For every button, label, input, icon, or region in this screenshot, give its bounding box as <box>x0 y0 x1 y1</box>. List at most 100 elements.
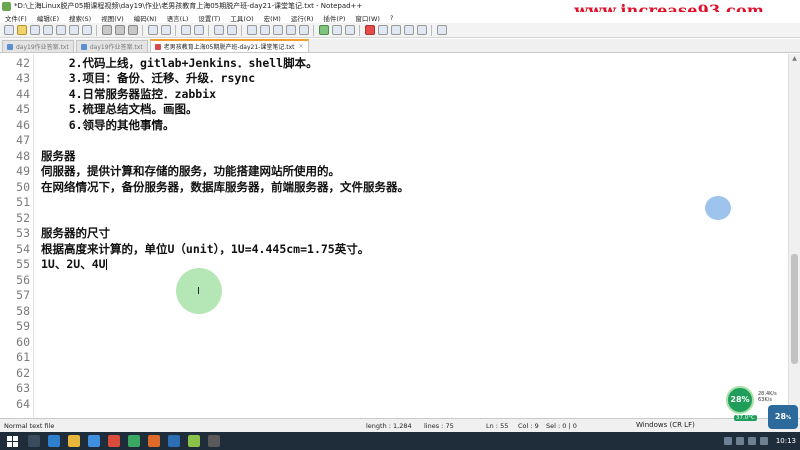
show-all-chars-icon[interactable] <box>285 25 296 35</box>
scroll-up-arrow-icon[interactable]: ▲ <box>791 55 798 62</box>
menu-file[interactable]: 文件(F) <box>0 13 32 23</box>
tab-day21-notes[interactable]: 老男孩教育上海05期脱产班-day21-课堂笔记.txt ✕ <box>149 39 309 52</box>
menu-edit[interactable]: 编辑(E) <box>32 13 64 23</box>
undo-icon[interactable] <box>147 25 158 35</box>
copy-icon[interactable] <box>114 25 125 35</box>
line-text[interactable]: 根据高度来计算的，单位U（unit），1U=4.445cm=1.75英寸。 <box>41 241 369 257</box>
app-icon[interactable] <box>208 435 220 447</box>
file-explorer-icon[interactable] <box>68 435 80 447</box>
close-all-icon[interactable] <box>68 25 79 35</box>
vertical-scrollbar[interactable]: ▲ ▼ <box>788 54 800 418</box>
line-text[interactable]: 服务器 <box>41 148 76 164</box>
paste-icon[interactable] <box>127 25 138 35</box>
line-text[interactable]: 3.项目：备份、迁移、升级．rsync <box>41 70 255 86</box>
close-file-icon[interactable] <box>55 25 66 35</box>
save-icon[interactable] <box>29 25 40 35</box>
editor-line[interactable]: 59 <box>0 319 788 335</box>
editor-line[interactable]: 58 <box>0 303 788 319</box>
editor-line[interactable]: 43 3.项目：备份、迁移、升级．rsync <box>0 71 788 87</box>
editor-line[interactable]: 50 在网络情况下，备份服务器，数据库服务器，前端服务器，文件服务器。 <box>0 179 788 195</box>
task-view-icon[interactable] <box>28 435 40 447</box>
tray-network-icon[interactable] <box>735 437 744 445</box>
terminal-icon[interactable] <box>168 435 180 447</box>
scroll-thumb[interactable] <box>791 254 798 364</box>
editor-line[interactable]: 44 4.日常服务器监控．zabbix <box>0 86 788 102</box>
line-text[interactable]: 2.代码上线，gitlab+Jenkins．shell脚本。 <box>41 55 318 71</box>
editor-line[interactable]: 61 <box>0 350 788 366</box>
line-text[interactable]: 在网络情况下，备份服务器，数据库服务器，前端服务器，文件服务器。 <box>41 179 409 195</box>
tab-day19-answers-2[interactable]: day19作业答案.txt <box>75 40 148 52</box>
record-macro-icon[interactable] <box>364 25 375 35</box>
zoom-out-icon[interactable] <box>226 25 237 35</box>
sync-horizontal-icon[interactable] <box>259 25 270 35</box>
line-text[interactable]: 1U、2U、4U <box>41 256 107 272</box>
editor-line[interactable]: 51 <box>0 195 788 211</box>
editor-line[interactable]: 54 根据高度来计算的，单位U（unit），1U=4.445cm=1.75英寸。 <box>0 241 788 257</box>
sync-vertical-icon[interactable] <box>246 25 257 35</box>
play-macro-icon[interactable] <box>390 25 401 35</box>
chrome-icon[interactable] <box>108 435 120 447</box>
menu-settings[interactable]: 设置(T) <box>193 13 225 23</box>
editor-line[interactable]: 62 <box>0 365 788 381</box>
media-player-icon[interactable] <box>148 435 160 447</box>
save-macro-icon[interactable] <box>416 25 427 35</box>
editor-line[interactable]: 52 <box>0 210 788 226</box>
tab-day19-answers-1[interactable]: day19作业答案.txt <box>2 40 74 52</box>
browser-ie-icon[interactable] <box>48 435 60 447</box>
windows-start-icon[interactable] <box>4 435 20 447</box>
run-macro-multiple-icon[interactable] <box>403 25 414 35</box>
editor-line[interactable]: 64 <box>0 396 788 412</box>
editor-line[interactable]: 48 服务器 <box>0 148 788 164</box>
network-monitor-widget[interactable]: 28% 28.4K/s 63K/s 37.0°C 28% <box>726 386 800 432</box>
editor-line[interactable]: 47 <box>0 133 788 149</box>
editor-line[interactable]: 55 1U、2U、4U <box>0 257 788 273</box>
line-text[interactable]: 4.日常服务器监控．zabbix <box>41 86 216 102</box>
editor-line[interactable]: 49 伺服器，提供计算和存储的服务，功能搭建网站所使用的。 <box>0 164 788 180</box>
new-file-icon[interactable] <box>3 25 14 35</box>
taskbar-clock[interactable]: 10:13 <box>776 437 796 445</box>
menu-macro[interactable]: 宏(M) <box>259 13 286 23</box>
notepad-plus-plus-icon[interactable] <box>188 435 200 447</box>
line-text[interactable]: 服务器的尺寸 <box>41 225 110 241</box>
tray-input-icon[interactable] <box>759 437 768 445</box>
text-editor[interactable]: 42 2.代码上线，gitlab+Jenkins．shell脚本。 43 3.项目… <box>0 54 788 418</box>
line-text[interactable]: 5.梳理总结文档。画图。 <box>41 101 198 117</box>
edge-icon[interactable] <box>88 435 100 447</box>
editor-line[interactable]: 45 5.梳理总结文档。画图。 <box>0 102 788 118</box>
menu-help[interactable]: ? <box>385 14 398 22</box>
tray-sogou-icon[interactable] <box>723 437 732 445</box>
line-text[interactable]: 伺服器，提供计算和存储的服务，功能搭建网站所使用的。 <box>41 163 340 179</box>
open-file-icon[interactable] <box>16 25 27 35</box>
save-all-icon[interactable] <box>42 25 53 35</box>
menu-view[interactable]: 视图(V) <box>96 13 129 23</box>
line-text[interactable]: 6.领导的其他事情。 <box>41 117 175 133</box>
doc-map-icon[interactable] <box>318 25 329 35</box>
menu-window[interactable]: 窗口(W) <box>350 13 385 23</box>
print-icon[interactable] <box>81 25 92 35</box>
menu-search[interactable]: 搜索(S) <box>64 13 96 23</box>
menu-encoding[interactable]: 编码(N) <box>129 13 162 23</box>
menu-language[interactable]: 语言(L) <box>162 13 194 23</box>
menu-tools[interactable]: 工具(O) <box>225 13 258 23</box>
editor-line[interactable]: 42 2.代码上线，gitlab+Jenkins．shell脚本。 <box>0 55 788 71</box>
tray-volume-icon[interactable] <box>747 437 756 445</box>
wechat-icon[interactable] <box>128 435 140 447</box>
find-icon[interactable] <box>180 25 191 35</box>
zoom-in-icon[interactable] <box>213 25 224 35</box>
editor-line[interactable]: 57 <box>0 288 788 304</box>
stop-macro-icon[interactable] <box>377 25 388 35</box>
word-wrap-icon[interactable] <box>272 25 283 35</box>
indent-guide-icon[interactable] <box>298 25 309 35</box>
replace-icon[interactable] <box>193 25 204 35</box>
editor-line[interactable]: 56 <box>0 272 788 288</box>
floating-ball-icon[interactable] <box>705 196 731 220</box>
folder-workspace-icon[interactable] <box>344 25 355 35</box>
editor-line[interactable]: 53 服务器的尺寸 <box>0 226 788 242</box>
function-list-icon[interactable] <box>331 25 342 35</box>
redo-icon[interactable] <box>160 25 171 35</box>
editor-line[interactable]: 63 <box>0 381 788 397</box>
spellcheck-icon[interactable] <box>436 25 447 35</box>
editor-line[interactable]: 46 6.领导的其他事情。 <box>0 117 788 133</box>
menu-plugins[interactable]: 插件(P) <box>318 13 350 23</box>
tab-close-icon[interactable]: ✕ <box>299 43 304 50</box>
